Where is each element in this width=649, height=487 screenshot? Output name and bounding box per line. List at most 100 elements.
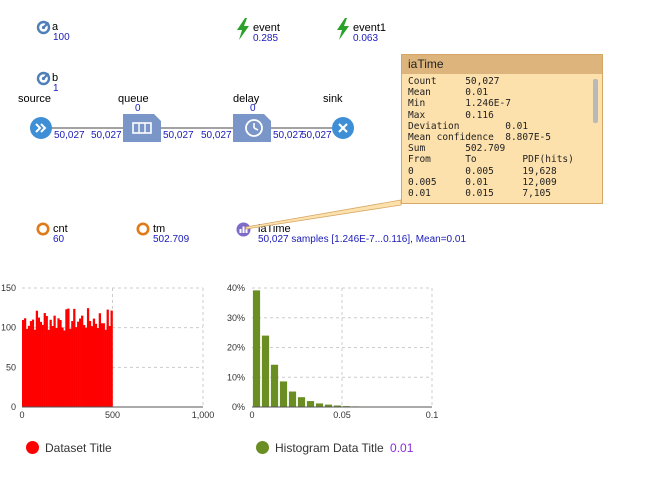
source-icon [30, 117, 52, 139]
y-tick-label: 40% [227, 283, 245, 293]
dataset-bar [102, 323, 105, 407]
dataset-bar [53, 315, 56, 407]
dataset-bar [94, 323, 98, 407]
sink-label: sink [323, 93, 343, 105]
dataset-bar [92, 318, 96, 407]
sink-in-count: 50,027 [301, 130, 332, 141]
dataset-bar [47, 329, 50, 407]
dataset-bar [77, 321, 80, 407]
stat-value: 502.709 [153, 234, 190, 245]
dataset-summary: 50,027 samples [1.246E-7...0.116], Mean=… [258, 234, 467, 245]
dataset-bar [33, 329, 37, 407]
legend-swatch-red [26, 441, 39, 454]
dataset-chart: 0 50 100 150 0 500 1,000 [1, 283, 215, 420]
dataset-bar [51, 326, 54, 407]
legend-label: Dataset Title [45, 441, 112, 455]
delay-count: 0 [250, 103, 256, 114]
x-tick-label: 0.05 [333, 410, 351, 420]
legend-swatch-green [256, 441, 269, 454]
y-tick-label: 10% [227, 372, 245, 382]
dataset-bar [104, 329, 107, 407]
tooltip-content: Count 50,027 Mean 0.01 Min 1.246E-7 Max … [408, 76, 574, 200]
dataset-bar [29, 321, 33, 407]
source-label: source [18, 93, 52, 105]
histogram-bar [306, 401, 315, 407]
dataset-bar [45, 315, 48, 407]
dataset-bar [55, 327, 58, 407]
dataset-bar [108, 325, 111, 407]
dataset-bar [25, 328, 29, 407]
dataset-bar [79, 318, 82, 407]
delay-in-count: 50,027 [201, 130, 232, 141]
dataset-legend[interactable]: Dataset Title [26, 441, 112, 455]
variable-icon [136, 222, 150, 236]
dataset-bar [84, 327, 88, 407]
y-tick-label: 20% [227, 343, 245, 353]
dataset-bar [57, 318, 60, 407]
dataset-bar [49, 319, 52, 407]
dataset-bar [41, 324, 44, 407]
histogram-bar [261, 335, 270, 407]
source-out-count: 50,027 [54, 130, 85, 141]
delay-block[interactable] [233, 114, 271, 142]
dataset-bar [31, 319, 35, 407]
stat-value: 60 [53, 234, 65, 245]
histogram-bar [279, 381, 288, 407]
dataset-bar [86, 308, 90, 407]
dataset-bar [39, 321, 42, 407]
statistics-tooltip: iaTime Count 50,027 Mean 0.01 Min 1.246E… [401, 54, 603, 204]
dataset-bar [110, 310, 113, 407]
dataset-bar [67, 308, 70, 407]
dataset-bar [82, 324, 86, 407]
histogram-bar [270, 364, 279, 407]
dataset-bar [75, 327, 78, 407]
y-tick-label: 0% [232, 402, 245, 412]
legend-mean-value: 0.01 [390, 441, 414, 455]
queue-out-count: 50,027 [163, 130, 194, 141]
dataset-icon [236, 222, 251, 237]
queue-label: queue [118, 93, 149, 105]
dataset-bar [22, 319, 25, 407]
x-tick-label: 0 [249, 410, 254, 420]
dataset-bar [61, 327, 64, 407]
clock-icon [245, 119, 263, 137]
dataset-bar [71, 321, 74, 407]
dataset-bar [43, 313, 46, 407]
dataset-bar [37, 317, 41, 407]
queue-block[interactable] [123, 114, 161, 142]
x-tick-label: 0.1 [426, 410, 439, 420]
sink-icon [332, 117, 354, 139]
source-block[interactable] [30, 117, 52, 139]
dataset-bar [88, 321, 92, 407]
variable-icon [36, 222, 50, 236]
sink-block[interactable] [332, 117, 354, 139]
tooltip-title: iaTime [402, 55, 602, 74]
y-tick-label: 150 [1, 283, 16, 293]
legend-label: Histogram Data Title [275, 441, 384, 455]
x-tick-label: 0 [19, 410, 24, 420]
tooltip-scrollbar[interactable] [593, 79, 598, 123]
queue-icon [132, 122, 152, 134]
dataset-bar [27, 325, 31, 407]
queue-count: 0 [135, 103, 141, 114]
y-tick-label: 0 [11, 402, 16, 412]
histogram-bar [315, 403, 324, 407]
dataset-bar [63, 330, 66, 407]
x-tick-label: 500 [105, 410, 120, 420]
dataset-bar [35, 310, 39, 407]
dataset-bar [65, 309, 68, 407]
histogram-legend[interactable]: Histogram Data Title 0.01 [256, 441, 413, 455]
x-tick-label: 1,000 [192, 410, 215, 420]
dataset-bar [106, 309, 109, 407]
dataset-bar [96, 327, 100, 407]
dataset-bar [73, 308, 76, 407]
delay-out-count: 50,027 [273, 130, 304, 141]
dataset-bar [98, 313, 101, 407]
histogram-bar [297, 397, 306, 407]
dataset-series [22, 308, 113, 407]
dataset-bar [69, 328, 72, 407]
dataset-bar [59, 320, 62, 407]
queue-in-count: 50,027 [91, 130, 122, 141]
y-tick-label: 30% [227, 313, 245, 323]
dataset-bar [100, 323, 103, 407]
